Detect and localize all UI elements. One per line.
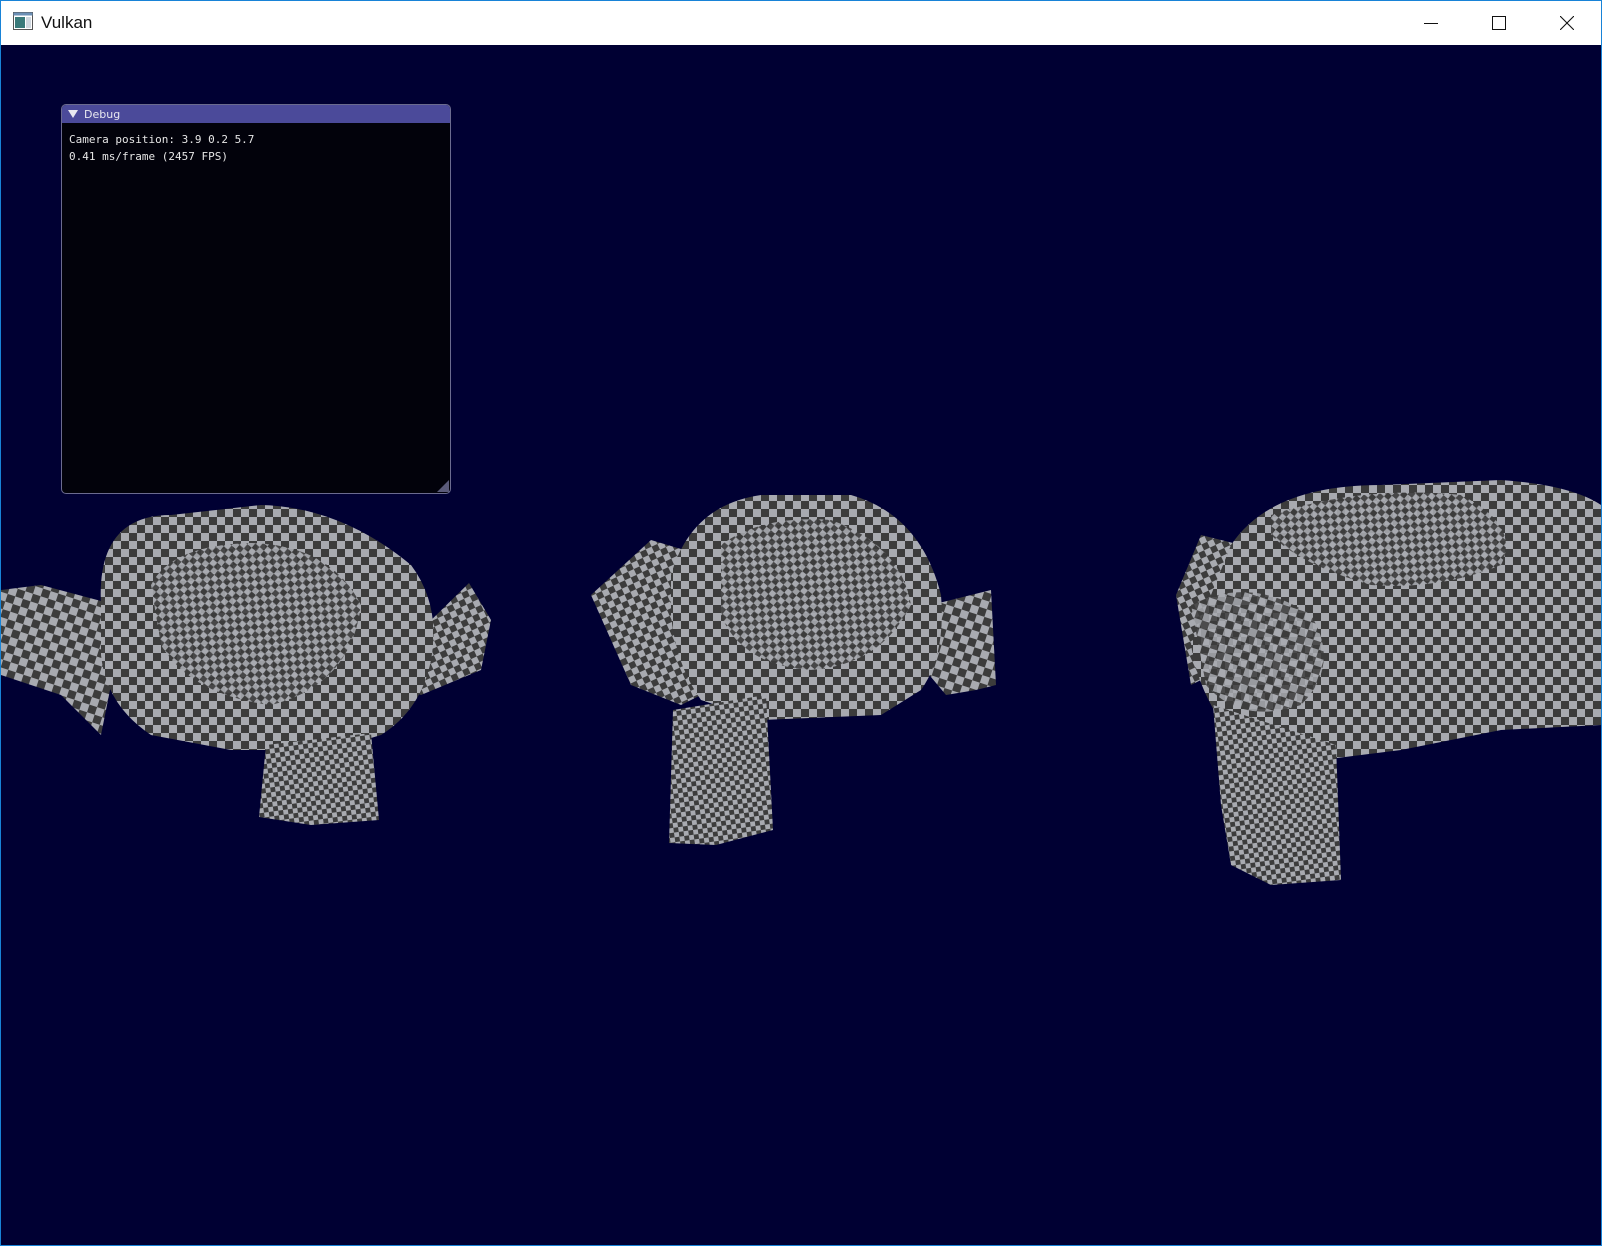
window-title: Vulkan <box>41 13 93 32</box>
title-bar[interactable]: Vulkan <box>1 1 1601 45</box>
debug-window-title: Debug <box>84 107 121 121</box>
debug-window[interactable]: Debug Camera position: 3.9 0.2 5.7 0.41 … <box>61 104 451 494</box>
close-button[interactable] <box>1533 1 1601 45</box>
maximize-button[interactable] <box>1465 1 1533 45</box>
monkey-head-center <box>591 495 996 845</box>
camera-position-text: Camera position: 3.9 0.2 5.7 <box>69 133 255 146</box>
monkey-head-right <box>1176 480 1601 885</box>
maximize-icon <box>1492 16 1506 30</box>
render-viewport[interactable]: Debug Camera position: 3.9 0.2 5.7 0.41 … <box>1 45 1601 1245</box>
resize-grip-icon[interactable] <box>437 480 449 492</box>
vulkan-app-icon <box>13 12 33 30</box>
minimize-icon <box>1424 23 1438 24</box>
frame-time-text: 0.41 ms/frame (2457 FPS) <box>69 150 228 163</box>
collapse-arrow-icon[interactable] <box>68 110 78 118</box>
debug-window-header[interactable]: Debug <box>62 105 450 123</box>
close-icon <box>1560 16 1574 30</box>
monkey-head-left <box>1 505 491 825</box>
debug-window-body: Camera position: 3.9 0.2 5.7 0.41 ms/fra… <box>62 123 450 173</box>
minimize-button[interactable] <box>1397 1 1465 45</box>
app-window: Vulkan Debug Camera position: 3.9 0.2 5.… <box>0 0 1602 1246</box>
